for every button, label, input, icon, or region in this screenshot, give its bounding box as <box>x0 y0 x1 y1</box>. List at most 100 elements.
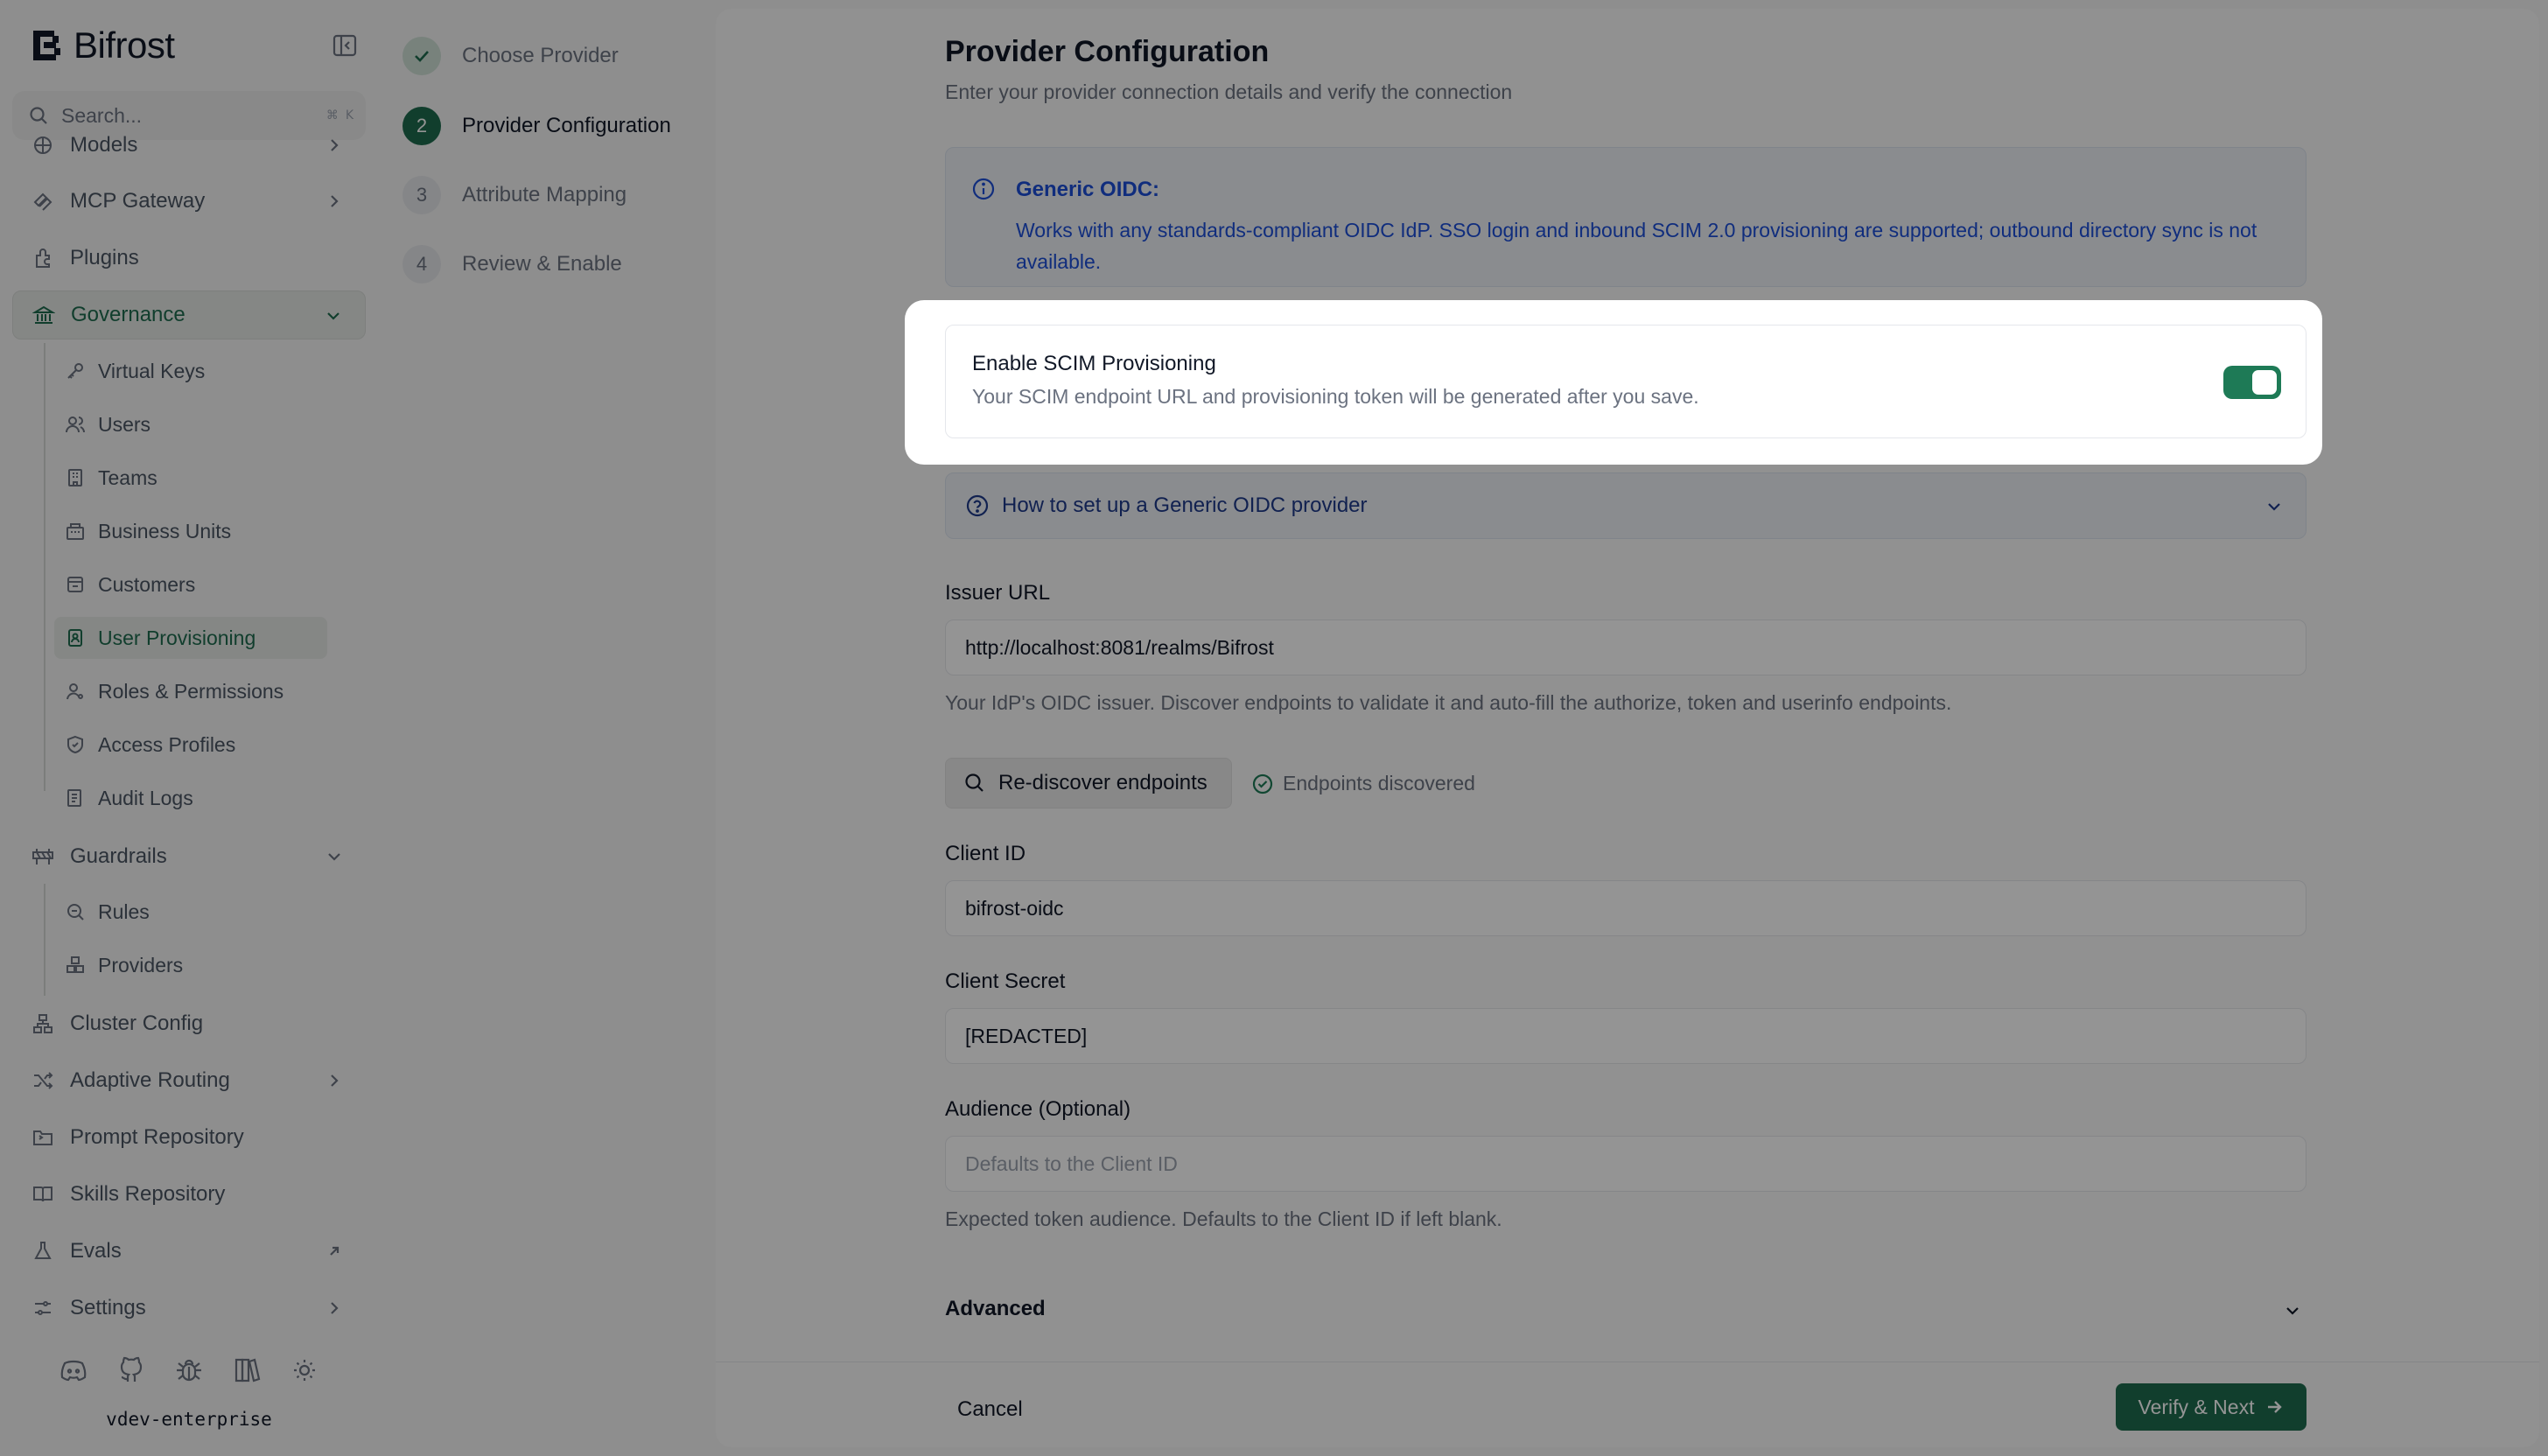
search-rule-icon <box>67 904 84 920</box>
step-complete-indicator <box>402 37 441 75</box>
arrow-right-icon <box>2268 1401 2283 1413</box>
sidebar-item-teams[interactable]: Teams <box>54 457 327 499</box>
audience-label: Audience (Optional) <box>945 1097 1131 1121</box>
settings-icon <box>35 1301 51 1315</box>
sidebar-item-audit-logs[interactable]: Audit Logs <box>54 777 327 819</box>
sidebar-item-label: Audit Logs <box>98 786 193 809</box>
sidebar-item-label: Roles & Permissions <box>98 679 284 703</box>
toggle-knob <box>2252 370 2277 395</box>
sidebar-item-label: Customers <box>98 572 196 596</box>
verify-next-button[interactable]: Verify & Next <box>2116 1383 2306 1431</box>
step-choose-provider[interactable]: Choose Provider <box>402 37 619 75</box>
page-subtitle: Enter your provider connection details a… <box>945 80 1513 103</box>
sidebar-item-user-provisioning[interactable]: User Provisioning <box>54 617 327 659</box>
sidebar-item-mcp-gateway[interactable]: MCP Gateway <box>12 177 366 226</box>
cancel-button[interactable]: Cancel <box>957 1397 1023 1422</box>
chevron-down-icon <box>2268 503 2280 511</box>
key-icon <box>67 363 83 379</box>
issuer-url-field[interactable]: http://localhost:8081/realms/Bifrost <box>945 620 2306 676</box>
bifrost-logo-icon <box>33 31 60 60</box>
sidebar-item-label: Models <box>70 133 138 157</box>
client-id-field[interactable]: bifrost-oidc <box>945 880 2306 936</box>
sidebar-item-customers[interactable]: Customers <box>54 564 327 606</box>
submenu-guide-line <box>44 343 46 791</box>
sidebar-item-users[interactable]: Users <box>54 403 327 445</box>
step-number: 3 <box>402 176 441 214</box>
page-title: Provider Configuration <box>945 35 1270 68</box>
sidebar-item-guardrails[interactable]: Guardrails <box>12 832 366 881</box>
sidebar-item-label: Rules <box>98 900 150 923</box>
docs-icon[interactable] <box>231 1354 262 1386</box>
sidebar-item-skills-repository[interactable]: Skills Repository <box>12 1170 366 1219</box>
sidebar-item-rules[interactable]: Rules <box>54 891 327 933</box>
sidebar-item-virtual-keys[interactable]: Virtual Keys <box>54 350 327 392</box>
client-secret-field[interactable]: [REDACTED] <box>945 1008 2306 1064</box>
collapse-sidebar-button[interactable] <box>331 32 359 60</box>
sidebar-item-governance[interactable]: Governance <box>12 290 366 340</box>
sidebar-item-label: Cluster Config <box>70 1012 204 1035</box>
mcp-gateway-icon <box>33 192 52 211</box>
sidebar-footer-links <box>58 1354 320 1386</box>
client-secret-label: Client Secret <box>945 970 1066 993</box>
step-number: 2 <box>402 107 441 145</box>
sidebar-item-prompt-repository[interactable]: Prompt Repository <box>12 1113 366 1162</box>
chevron-down-icon <box>327 312 340 320</box>
folder-icon <box>33 1130 52 1145</box>
advanced-section-toggle[interactable]: Advanced <box>945 1293 2306 1328</box>
info-icon <box>972 178 995 200</box>
audience-field[interactable]: Defaults to the Client ID <box>945 1136 2306 1192</box>
sidebar-item-models[interactable]: Models <box>12 131 366 170</box>
sidebar-item-label: Skills Repository <box>70 1182 226 1206</box>
bug-icon[interactable] <box>173 1354 205 1386</box>
sidebar-item-adaptive-routing[interactable]: Adaptive Routing <box>12 1056 366 1105</box>
button-label: Re-discover endpoints <box>998 771 1208 794</box>
issuer-url-hint: Your IdP's OIDC issuer. Discover endpoin… <box>945 691 1952 714</box>
github-icon[interactable] <box>116 1354 147 1386</box>
howto-accordion[interactable]: How to set up a Generic OIDC provider <box>945 472 2306 539</box>
sidebar-item-label: Plugins <box>70 246 139 270</box>
step-review-enable[interactable]: 4 Review & Enable <box>402 245 622 284</box>
bank-icon <box>32 305 55 324</box>
step-number: 4 <box>402 245 441 284</box>
sidebar-item-access-profiles[interactable]: Access Profiles <box>54 724 327 766</box>
boxes-icon <box>66 956 84 973</box>
status-text: Endpoints discovered <box>1283 772 1475 794</box>
tour-spotlight: Enable SCIM Provisioning Your SCIM endpo… <box>905 300 2322 465</box>
info-body: Works with any standards-compliant OIDC … <box>1016 219 2258 273</box>
step-attribute-mapping[interactable]: 3 Attribute Mapping <box>402 176 626 214</box>
shortcut-key: K <box>345 108 354 122</box>
sidebar-item-plugins[interactable]: Plugins <box>12 234 366 283</box>
sidebar-item-label: MCP Gateway <box>70 189 206 213</box>
theme-toggle-icon[interactable] <box>289 1354 320 1386</box>
sidebar-item-label: User Provisioning <box>98 626 256 649</box>
discord-icon[interactable] <box>58 1354 89 1386</box>
sidebar-item-label: Prompt Repository <box>70 1125 244 1149</box>
step-provider-configuration[interactable]: 2 Provider Configuration <box>402 107 671 145</box>
sidebar-item-evals[interactable]: Evals <box>12 1227 366 1276</box>
chevron-right-icon <box>331 1074 339 1087</box>
sidebar-item-settings[interactable]: Settings <box>12 1284 366 1333</box>
scim-toggle[interactable] <box>2223 366 2281 399</box>
sidebar-item-roles-permissions[interactable]: Roles & Permissions <box>54 670 327 712</box>
sidebar-toggle-icon <box>332 34 357 57</box>
provider-info-callout: Generic OIDC: Works with any standards-c… <box>945 147 2306 287</box>
sidebar-item-business-units[interactable]: Business Units <box>54 510 327 552</box>
sidebar-item-providers[interactable]: Providers <box>54 944 327 986</box>
brand[interactable]: Bifrost <box>32 24 175 66</box>
shuffle-icon <box>34 1072 53 1089</box>
help-circle-icon <box>966 494 989 517</box>
chevron-down-icon <box>2286 1307 2299 1315</box>
sidebar-item-label: Guardrails <box>70 844 167 868</box>
howto-label: How to set up a Generic OIDC provider <box>1002 494 1368 517</box>
search-placeholder: Search... <box>61 103 143 127</box>
sidebar-item-label: Settings <box>70 1296 146 1320</box>
logs-icon <box>67 789 81 807</box>
store-icon <box>67 577 83 592</box>
sidebar-item-cluster-config[interactable]: Cluster Config <box>12 999 366 1048</box>
external-link-icon <box>330 1246 340 1256</box>
main-panel: Provider Configuration Enter your provid… <box>716 9 2539 1447</box>
scim-provisioning-card: Enable SCIM Provisioning Your SCIM endpo… <box>945 325 2306 438</box>
sidebar-item-label: Evals <box>70 1239 122 1263</box>
rediscover-endpoints-button[interactable]: Re-discover endpoints <box>945 758 1232 808</box>
issuer-url-label: Issuer URL <box>945 581 1051 605</box>
